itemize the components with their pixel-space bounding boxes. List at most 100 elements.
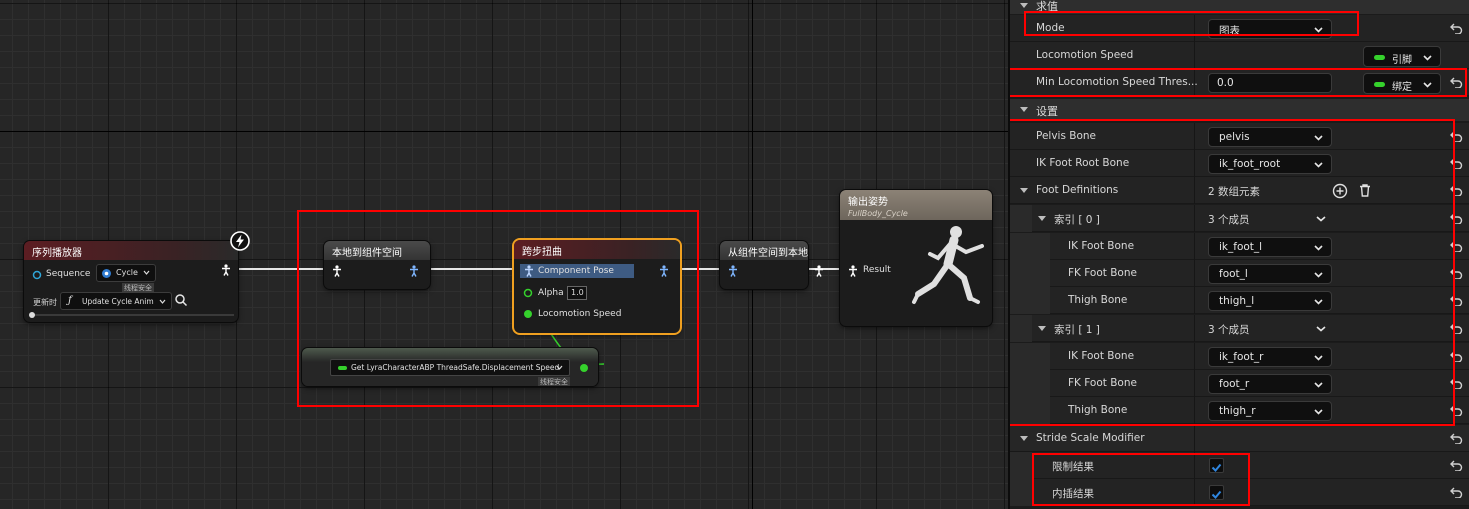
fast-path-lightning-icon [230, 231, 250, 251]
bone-dropdown[interactable]: foot_l [1208, 264, 1332, 284]
bone-dropdown[interactable]: pelvis [1208, 127, 1332, 147]
indent-guide [1010, 287, 1050, 314]
chevron-down-icon[interactable] [1316, 214, 1326, 223]
column-divider [1194, 150, 1195, 177]
column-divider [1194, 343, 1195, 370]
bone-dropdown[interactable]: ik_foot_r [1208, 347, 1332, 367]
column-divider [1194, 397, 1195, 424]
indent-guide [1010, 479, 1032, 506]
binding-dropdown[interactable]: 绑定 [1363, 73, 1441, 94]
bone-dropdown[interactable]: foot_r [1208, 374, 1332, 394]
property-label: FK Foot Bone [1068, 267, 1137, 279]
property-access-picker[interactable]: Get LyraCharacterABP ThreadSafe.Displace… [330, 359, 570, 376]
reset-to-default-icon[interactable] [1450, 240, 1463, 252]
indent-guide [1010, 370, 1050, 397]
reset-to-default-icon[interactable] [1450, 432, 1463, 444]
playback-progress-handle[interactable] [29, 312, 35, 318]
sequence-player-node[interactable]: 序列播放器 Sequence Cycle 线程安全 更新时 ƒ Update C… [24, 241, 238, 322]
reset-to-default-icon[interactable] [1450, 486, 1463, 498]
graph-canvas[interactable]: 序列播放器 Sequence Cycle 线程安全 更新时 ƒ Update C… [0, 0, 1008, 509]
collapse-triangle-icon[interactable] [1020, 436, 1028, 441]
interp-result-checkbox[interactable] [1209, 485, 1224, 500]
reset-to-default-icon[interactable] [1450, 212, 1463, 224]
reset-to-default-icon[interactable] [1450, 294, 1463, 306]
binding-value: 引脚 [1392, 55, 1412, 66]
component-pose-output-pin-icon[interactable] [659, 265, 669, 277]
thread-safe-badge: 线程安全 [538, 377, 570, 386]
reset-to-default-icon[interactable] [1450, 267, 1463, 279]
property-row-index-0: 索引 [ 0 ] 3 个成员 [1010, 205, 1469, 232]
column-divider [1194, 452, 1195, 479]
anim-graph-editor: 序列播放器 Sequence Cycle 线程安全 更新时 ƒ Update C… [0, 0, 1469, 509]
mode-dropdown[interactable]: 图表 [1208, 19, 1332, 39]
collapse-triangle-icon[interactable] [1020, 188, 1028, 193]
chevron-down-icon[interactable] [1316, 324, 1326, 333]
reset-to-default-icon[interactable] [1450, 377, 1463, 389]
float-type-icon [1374, 82, 1385, 87]
output-pose-node[interactable]: 输出姿势 FullBody_Cycle Result [840, 190, 992, 326]
category-settings[interactable]: 设置 [1010, 99, 1469, 121]
collapse-triangle-icon[interactable] [1038, 216, 1046, 221]
chevron-down-icon [1314, 355, 1323, 361]
component-pose-pin[interactable]: Component Pose [520, 264, 634, 278]
property-label: Stride Scale Modifier [1036, 432, 1145, 444]
bone-dropdown[interactable]: ik_foot_root [1208, 154, 1332, 174]
column-divider [1194, 233, 1195, 260]
pose-wire [238, 268, 324, 270]
reset-to-default-icon[interactable] [1450, 322, 1463, 334]
reset-to-default-icon[interactable] [1450, 404, 1463, 416]
component-pose-output-pin-icon[interactable] [409, 265, 419, 277]
trash-icon[interactable] [1358, 183, 1372, 198]
min-threshold-input[interactable]: 0.0 [1208, 73, 1332, 93]
bone-dropdown[interactable]: thigh_l [1208, 291, 1332, 311]
alpha-pin-icon[interactable] [523, 288, 533, 298]
dropdown-value: 图表 [1219, 25, 1240, 37]
dropdown-value: ik_foot_r [1219, 351, 1264, 363]
category-evaluation[interactable]: 求值 [1010, 0, 1469, 14]
chevron-down-icon [1314, 162, 1323, 168]
pose-output-pin-icon[interactable] [221, 264, 231, 276]
pose-output-pin-icon[interactable] [814, 265, 824, 277]
component-to-local-node[interactable]: 从组件空间到本地 [720, 241, 823, 289]
component-pose-input-pin-icon[interactable] [728, 265, 738, 277]
reset-to-default-icon[interactable] [1450, 184, 1463, 196]
float-output-pin-icon[interactable] [578, 362, 590, 374]
reset-to-default-icon[interactable] [1450, 350, 1463, 362]
array-count: 2 数组元素 [1208, 186, 1261, 198]
chevron-down-icon [1423, 82, 1432, 88]
reset-to-default-icon[interactable] [1450, 157, 1463, 169]
property-label: IK Foot Bone [1068, 350, 1135, 362]
property-getter-node[interactable]: Get LyraCharacterABP ThreadSafe.Displace… [302, 348, 598, 386]
indent-guide [1010, 315, 1032, 342]
property-label: IK Foot Bone [1068, 240, 1135, 252]
bone-dropdown[interactable]: thigh_r [1208, 401, 1332, 421]
property-label: Thigh Bone [1068, 404, 1128, 416]
pose-input-pin-icon[interactable] [332, 265, 342, 277]
property-row-interp-result: 内插结果 [1010, 479, 1469, 506]
reset-to-default-icon[interactable] [1450, 130, 1463, 142]
alpha-input[interactable]: 1.0 [567, 286, 587, 300]
clamp-result-checkbox[interactable] [1209, 458, 1224, 473]
sequence-pin-label: Sequence [46, 269, 91, 279]
local-to-component-node[interactable]: 本地到组件空间 [324, 241, 430, 289]
column-divider [1194, 425, 1195, 452]
search-icon[interactable] [174, 293, 188, 307]
reset-to-default-icon[interactable] [1450, 76, 1463, 88]
update-function-picker[interactable]: ƒ Update Cycle Anim [60, 292, 172, 310]
add-element-icon[interactable] [1332, 183, 1348, 199]
indent-guide [1010, 452, 1032, 479]
property-row-ik-foot-bone-1: IK Foot Bone ik_foot_r [1010, 343, 1469, 370]
reset-to-default-icon[interactable] [1450, 459, 1463, 471]
bone-dropdown[interactable]: ik_foot_l [1208, 237, 1332, 257]
result-pin-icon[interactable] [848, 265, 858, 277]
output-pose-header: 输出姿势 FullBody_Cycle [840, 190, 992, 220]
grid-axis-horizontal [0, 131, 1008, 132]
collapse-triangle-icon[interactable] [1038, 326, 1046, 331]
reset-to-default-icon[interactable] [1450, 22, 1463, 34]
sequence-pin-icon[interactable] [32, 270, 42, 280]
pin-binding-dropdown[interactable]: 引脚 [1363, 46, 1441, 67]
stride-warping-node[interactable]: 跨步扭曲 Component Pose Alpha 1.0 Locomotion… [514, 240, 680, 333]
sequence-asset-picker[interactable]: Cycle [96, 264, 156, 282]
locomotion-speed-pin-icon[interactable] [523, 309, 533, 319]
property-label: Thigh Bone [1068, 294, 1128, 306]
